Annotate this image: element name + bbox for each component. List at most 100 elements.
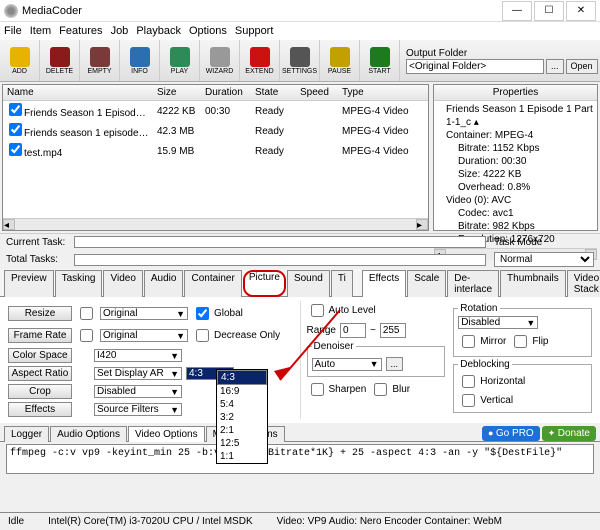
properties-title: Properties xyxy=(434,85,597,101)
file-checkbox[interactable] xyxy=(9,103,22,116)
aspect-button[interactable]: Aspect Ratio xyxy=(8,366,72,381)
effects-button[interactable]: Effects xyxy=(8,402,72,417)
tab-audio-options[interactable]: Audio Options xyxy=(50,426,127,442)
menu-options[interactable]: Options xyxy=(189,25,227,37)
maximize-button[interactable]: ☐ xyxy=(534,1,564,21)
tab-tasking[interactable]: Tasking xyxy=(55,270,103,297)
output-folder-browse[interactable]: ... xyxy=(546,59,564,74)
ar-option[interactable]: 4:3 xyxy=(217,370,267,385)
tab-container[interactable]: Container xyxy=(184,270,241,297)
effects-select[interactable]: Source Filters▼ xyxy=(94,403,182,416)
toolbar-start[interactable]: START xyxy=(360,40,400,81)
ar-option[interactable]: 5:4 xyxy=(217,398,267,411)
tab-video-options[interactable]: Video Options xyxy=(128,426,205,442)
file-checkbox[interactable] xyxy=(9,123,22,136)
tab-deinterlace[interactable]: De-interlace xyxy=(447,270,499,297)
donate-button[interactable]: ✦ Donate xyxy=(542,426,596,441)
denoiser-select[interactable]: Auto▼ xyxy=(312,358,382,371)
toolbar-pause[interactable]: PAUSE xyxy=(320,40,360,81)
menu-file[interactable]: File xyxy=(4,25,22,37)
menu-playback[interactable]: Playback xyxy=(136,25,181,37)
toolbar-empty[interactable]: EMPTY xyxy=(80,40,120,81)
col-name[interactable]: Name xyxy=(3,85,153,100)
blur-check[interactable]: Blur xyxy=(370,380,410,399)
toolbar-wizard[interactable]: WIZARD xyxy=(200,40,240,81)
ar-option[interactable]: 12:5 xyxy=(217,437,267,450)
col-speed[interactable]: Speed xyxy=(296,85,338,100)
vertical-check[interactable]: Vertical xyxy=(458,391,513,410)
go-pro-button[interactable]: ● Go PRO xyxy=(482,426,540,441)
close-button[interactable]: ✕ xyxy=(566,1,596,21)
tab-logger[interactable]: Logger xyxy=(4,426,49,442)
file-list[interactable]: Name Size Duration State Speed Type Frie… xyxy=(2,84,429,231)
tab-picture[interactable]: Picture xyxy=(243,270,286,297)
sharpen-check[interactable]: Sharpen xyxy=(307,380,367,399)
tab-thumbnails[interactable]: Thumbnails xyxy=(500,270,566,297)
crop-select[interactable]: Disabled▼ xyxy=(94,385,182,398)
framerate-select[interactable]: Original▼ xyxy=(100,329,188,342)
col-type[interactable]: Type xyxy=(338,85,428,100)
autolevel-check[interactable]: Auto Level xyxy=(307,301,376,320)
toolbar-add[interactable]: ADD xyxy=(0,40,40,81)
global-check[interactable]: Global xyxy=(192,304,243,323)
toolbar-extend[interactable]: EXTEND xyxy=(240,40,280,81)
command-line[interactable]: ffmpeg -c:v vp9 -keyint_min 25 -b:v ${Vi… xyxy=(6,444,594,474)
toolbar-info[interactable]: INFO xyxy=(120,40,160,81)
file-checkbox[interactable] xyxy=(9,143,22,156)
crop-button[interactable]: Crop xyxy=(8,384,72,399)
file-row[interactable]: test.mp415.9 MBReadyMPEG-4 Video xyxy=(3,141,428,161)
task-mode-select[interactable]: Normal xyxy=(494,252,594,267)
menu-job[interactable]: Job xyxy=(111,25,129,37)
file-row[interactable]: Friends season 1 episode 1 part 1...42.3… xyxy=(3,121,428,141)
tab-sound[interactable]: Sound xyxy=(287,270,330,297)
resize-button[interactable]: Resize xyxy=(8,306,72,321)
decrease-check[interactable]: Decrease Only xyxy=(192,326,280,345)
output-folder-label: Output Folder xyxy=(406,48,598,59)
tab-ti[interactable]: Ti xyxy=(331,270,353,297)
horizontal-check[interactable]: Horizontal xyxy=(458,372,525,391)
range-max[interactable] xyxy=(380,323,406,338)
prop-video[interactable]: Video (0): AVC xyxy=(438,194,593,207)
tab-videostack[interactable]: Video Stack xyxy=(567,270,600,297)
tab-effects[interactable]: Effects xyxy=(362,270,406,297)
toolbar-settings[interactable]: SETTINGS xyxy=(280,40,320,81)
status-cpu: Intel(R) Core(TM) i3-7020U CPU / Intel M… xyxy=(48,516,253,527)
ar-option[interactable]: 2:1 xyxy=(217,424,267,437)
colorspace-select[interactable]: I420▼ xyxy=(94,349,182,362)
denoiser-browse[interactable]: ... xyxy=(386,357,404,371)
file-row[interactable]: Friends Season 1 Episode 1 Part 1...4222… xyxy=(3,101,428,121)
range-min[interactable] xyxy=(340,323,366,338)
rotation-select[interactable]: Disabled▼ xyxy=(458,316,538,329)
prop-root[interactable]: Friends Season 1 Episode 1 Part 1-1_c ▴ xyxy=(438,103,593,129)
toolbar-play[interactable]: PLAY xyxy=(160,40,200,81)
tab-preview[interactable]: Preview xyxy=(4,270,54,297)
framerate-check[interactable] xyxy=(76,326,96,345)
resize-select[interactable]: Original▼ xyxy=(100,307,188,320)
framerate-button[interactable]: Frame Rate xyxy=(8,328,72,343)
tab-scale[interactable]: Scale xyxy=(407,270,446,297)
toolbar-delete[interactable]: DELETE xyxy=(40,40,80,81)
aspect-ratio-dropdown[interactable]: 4:316:95:43:22:112:51:1 xyxy=(216,369,268,464)
col-duration[interactable]: Duration xyxy=(201,85,251,100)
ar-option[interactable]: 1:1 xyxy=(217,450,267,463)
prop-container[interactable]: Container: MPEG-4 xyxy=(438,129,593,142)
mirror-check[interactable]: Mirror xyxy=(458,332,506,351)
col-state[interactable]: State xyxy=(251,85,296,100)
tab-audio[interactable]: Audio xyxy=(144,270,184,297)
output-folder-open[interactable]: Open xyxy=(566,59,598,74)
col-size[interactable]: Size xyxy=(153,85,201,100)
colorspace-button[interactable]: Color Space xyxy=(8,348,72,363)
resize-check[interactable] xyxy=(76,304,96,323)
menu-item[interactable]: Item xyxy=(30,25,51,37)
aspect-select[interactable]: Set Display AR▼ xyxy=(94,367,182,380)
flip-check[interactable]: Flip xyxy=(510,332,548,351)
filelist-hscroll[interactable]: ◂▸ xyxy=(3,218,428,230)
menu-support[interactable]: Support xyxy=(235,25,274,37)
window-title: MediaCoder xyxy=(22,5,500,17)
tab-video[interactable]: Video xyxy=(103,270,142,297)
menu-features[interactable]: Features xyxy=(59,25,102,37)
ar-option[interactable]: 3:2 xyxy=(217,411,267,424)
minimize-button[interactable]: — xyxy=(502,1,532,21)
ar-option[interactable]: 16:9 xyxy=(217,385,267,398)
output-folder-input[interactable] xyxy=(406,59,544,74)
